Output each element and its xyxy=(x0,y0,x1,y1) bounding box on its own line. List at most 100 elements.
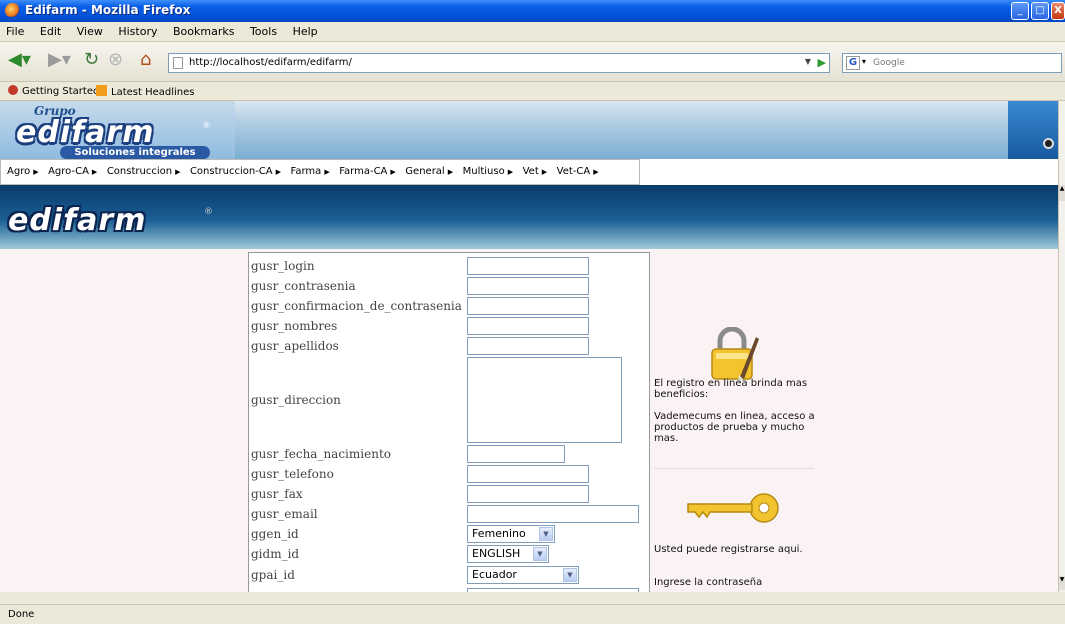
label-email: gusr_email xyxy=(251,507,318,521)
browser-window: Edifarm - Mozilla Firefox _ □ X File Edi… xyxy=(0,0,1065,624)
menu-tools[interactable]: Tools xyxy=(244,22,283,38)
label-fecha-nacimiento: gusr_fecha_nacimiento xyxy=(251,447,391,461)
label-pai: gpai_id xyxy=(251,568,295,582)
bookmarks-toolbar: Getting Started Latest Headlines xyxy=(0,82,1065,101)
apellidos-input[interactable] xyxy=(467,337,589,355)
url-dropdown-icon[interactable]: ▼ xyxy=(805,57,811,66)
rss-feed-icon xyxy=(96,85,107,96)
gender-select[interactable]: Femenino ▼ xyxy=(467,525,555,543)
label-apellidos: gusr_apellidos xyxy=(251,339,339,353)
category-farma[interactable]: Farma ▶ xyxy=(291,160,330,177)
registration-form: gusr_login gusr_contrasenia gusr_confirm… xyxy=(248,252,650,592)
country-select-value: Ecuador xyxy=(472,568,517,581)
banner-accent xyxy=(1008,101,1058,159)
label-nombres: gusr_nombres xyxy=(251,319,338,333)
search-box[interactable]: G ▾ xyxy=(842,53,1062,73)
status-text: Done xyxy=(8,609,35,620)
category-construccion-ca[interactable]: Construccion-CA ▶ xyxy=(190,160,281,177)
category-multiuso[interactable]: Multiuso ▶ xyxy=(463,160,514,177)
fax-input[interactable] xyxy=(467,485,589,503)
status-bar: Done xyxy=(0,604,1065,624)
label-direccion: gusr_direccion xyxy=(251,393,341,407)
menu-view[interactable]: View xyxy=(71,22,109,38)
nombres-input[interactable] xyxy=(467,317,589,335)
email-input[interactable] xyxy=(467,505,639,523)
section-banner: edifarm ® xyxy=(0,185,1058,249)
menu-bookmarks[interactable]: Bookmarks xyxy=(167,22,240,38)
url-text[interactable]: http://localhost/edifarm/edifarm/ xyxy=(189,57,352,68)
getting-started-icon xyxy=(8,85,18,95)
key-icon xyxy=(687,493,779,523)
close-button[interactable]: X xyxy=(1051,2,1065,20)
menu-file[interactable]: File xyxy=(0,22,30,38)
category-agro[interactable]: Agro ▶ xyxy=(7,160,39,177)
language-select[interactable]: ENGLISH ▼ xyxy=(467,545,549,563)
label-gen: ggen_id xyxy=(251,527,299,541)
navigation-toolbar: ◀▾ ▶▾ ↻ ⊗ ⌂ http://localhost/edifarm/edi… xyxy=(0,42,1065,82)
gender-select-value: Femenino xyxy=(472,527,526,540)
firefox-logo-icon xyxy=(5,3,20,18)
url-bar[interactable]: http://localhost/edifarm/edifarm/ ▼ ▶ xyxy=(168,53,830,73)
forward-button[interactable]: ▶▾ xyxy=(48,50,71,70)
label-contrasenia: gusr_contrasenia xyxy=(251,279,356,293)
edifarm-logo: edifarm xyxy=(16,115,155,150)
divider xyxy=(654,468,814,469)
back-button[interactable]: ◀▾ xyxy=(8,50,31,70)
edifarm-logo-secondary: edifarm xyxy=(8,203,147,238)
chevron-down-icon[interactable]: ▼ xyxy=(533,547,547,561)
category-vet-ca[interactable]: Vet-CA ▶ xyxy=(557,160,599,177)
registration-area: gusr_login gusr_contrasenia gusr_confirm… xyxy=(0,249,1058,592)
bookmark-getting-started[interactable]: Getting Started xyxy=(8,85,99,97)
registered-mark: ® xyxy=(202,121,211,131)
bookmark-latest-headlines[interactable]: Latest Headlines xyxy=(96,85,195,98)
page-icon xyxy=(173,57,183,69)
page-content: Grupo edifarm ® Soluciones integrales Ag… xyxy=(0,101,1058,592)
registered-mark-secondary: ® xyxy=(204,207,213,217)
register-text[interactable]: Usted puede registrarse aqui. xyxy=(654,544,822,555)
language-select-value: ENGLISH xyxy=(472,547,521,560)
minimize-button[interactable]: _ xyxy=(1011,2,1029,20)
window-title: Edifarm - Mozilla Firefox xyxy=(25,3,191,17)
category-construccion[interactable]: Construccion ▶ xyxy=(107,160,181,177)
benefit-body: Vademecums en linea, acceso a productos … xyxy=(654,411,815,444)
vertical-scrollbar[interactable]: ▲ ▼ xyxy=(1058,101,1065,592)
label-idm: gidm_id xyxy=(251,547,300,561)
country-select[interactable]: Ecuador ▼ xyxy=(467,566,579,584)
category-general[interactable]: General ▶ xyxy=(405,160,453,177)
lock-icon xyxy=(711,327,759,382)
tagline: Soluciones integrales xyxy=(60,146,210,159)
category-farma-ca[interactable]: Farma-CA ▶ xyxy=(339,160,396,177)
menu-help[interactable]: Help xyxy=(287,22,324,38)
benefit-title: El registro en linea brinda mas benefici… xyxy=(654,378,808,400)
search-engine-icon[interactable]: G xyxy=(846,56,860,70)
password-input[interactable] xyxy=(467,277,589,295)
scroll-down-icon[interactable]: ▼ xyxy=(1059,576,1065,590)
label-fax: gusr_fax xyxy=(251,487,303,501)
password-confirm-input[interactable] xyxy=(467,297,589,315)
scroll-up-icon[interactable]: ▲ xyxy=(1059,185,1065,201)
search-engine-dropdown-icon[interactable]: ▾ xyxy=(862,57,866,66)
category-menu: Agro ▶ Agro-CA ▶ Construccion ▶ Construccio… xyxy=(0,159,640,185)
benefits-panel: El registro en linea brinda mas benefici… xyxy=(652,249,822,592)
login-input[interactable] xyxy=(467,257,589,275)
search-input[interactable] xyxy=(873,56,1053,70)
menu-history[interactable]: History xyxy=(112,22,163,38)
direccion-textarea[interactable] xyxy=(467,357,622,443)
title-bar: Edifarm - Mozilla Firefox _ □ X xyxy=(0,0,1065,22)
telefono-input[interactable] xyxy=(467,465,589,483)
banner-circle-icon[interactable] xyxy=(1043,138,1054,149)
stop-button[interactable]: ⊗ xyxy=(108,50,123,70)
chevron-down-icon[interactable]: ▼ xyxy=(539,527,553,541)
label-confirmacion: gusr_confirmacion_de_contrasenia xyxy=(251,299,462,313)
category-agro-ca[interactable]: Agro-CA ▶ xyxy=(48,160,97,177)
maximize-button[interactable]: □ xyxy=(1031,2,1049,20)
fecha-nacimiento-input[interactable] xyxy=(467,445,565,463)
go-icon[interactable]: ▶ xyxy=(818,56,826,69)
home-button[interactable]: ⌂ xyxy=(140,50,151,70)
reload-button[interactable]: ↻ xyxy=(84,50,99,70)
label-login: gusr_login xyxy=(251,259,315,273)
top-banner: Grupo edifarm ® Soluciones integrales xyxy=(0,101,1058,159)
menu-edit[interactable]: Edit xyxy=(34,22,67,38)
chevron-down-icon[interactable]: ▼ xyxy=(563,568,577,582)
category-vet[interactable]: Vet ▶ xyxy=(523,160,548,177)
